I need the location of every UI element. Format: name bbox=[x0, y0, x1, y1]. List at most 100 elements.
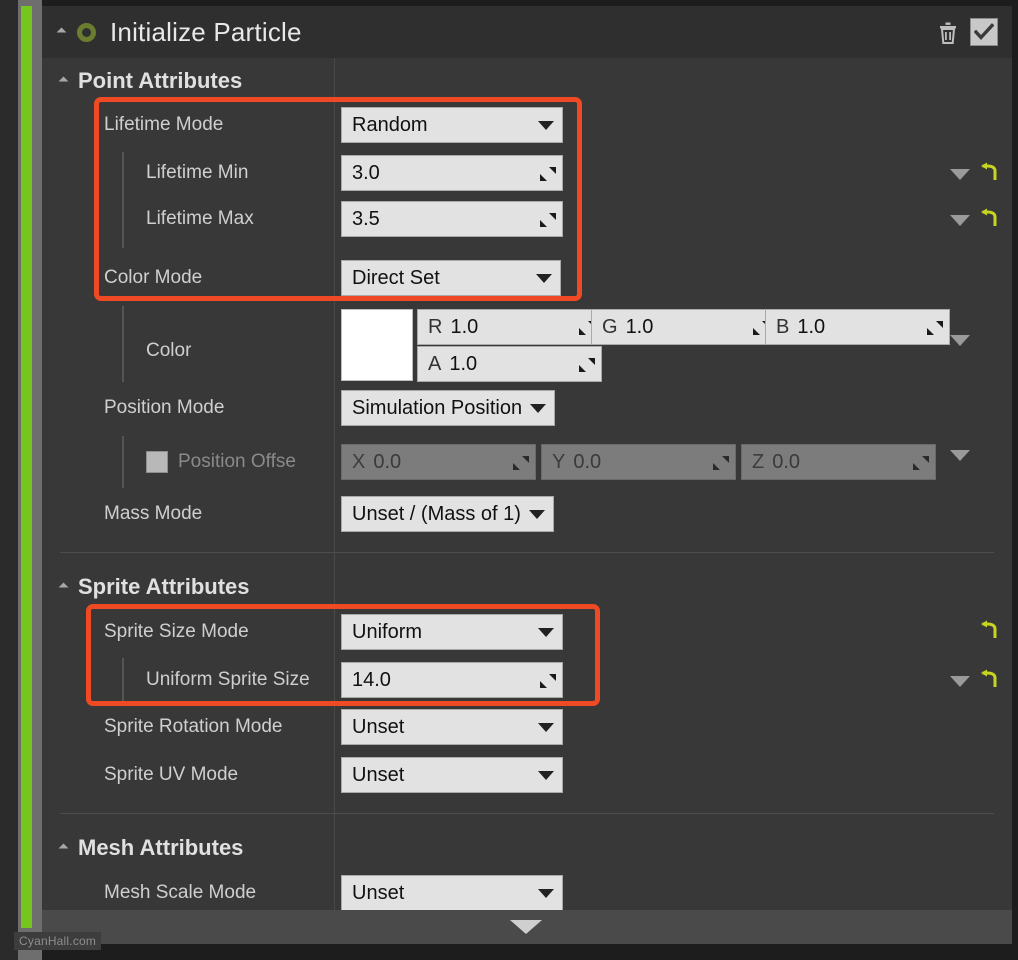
drag-handle-icon[interactable] bbox=[579, 356, 595, 372]
position-offset-x-axis: X bbox=[352, 450, 366, 473]
section-header-point-attributes[interactable]: Point Attributes bbox=[58, 68, 243, 94]
mesh-scale-mode-dropdown[interactable]: Unset bbox=[341, 875, 563, 911]
lifetime-max-input[interactable]: 3.5 bbox=[341, 201, 563, 237]
uniform-sprite-size-input[interactable]: 14.0 bbox=[341, 662, 563, 698]
color-swatch[interactable] bbox=[341, 309, 413, 381]
lifetime-max-value: 3.5 bbox=[352, 207, 380, 230]
reset-arrow-icon[interactable] bbox=[978, 208, 1000, 235]
color-r-value: 1.0 bbox=[450, 315, 479, 338]
drag-handle-icon[interactable] bbox=[540, 672, 556, 688]
color-g-input[interactable]: G 1.0 bbox=[591, 309, 776, 345]
sprite-size-mode-label: Sprite Size Mode bbox=[104, 621, 249, 642]
drag-handle-icon[interactable] bbox=[713, 454, 729, 470]
row-lifetime-max: Lifetime Max bbox=[146, 201, 254, 237]
sprite-uv-mode-label: Sprite UV Mode bbox=[104, 764, 239, 785]
position-mode-value: Simulation Position bbox=[352, 396, 523, 419]
color-a-input[interactable]: A 1.0 bbox=[417, 346, 602, 382]
lifetime-max-label: Lifetime Max bbox=[146, 208, 254, 229]
row-position-offset: Position Offse bbox=[146, 444, 326, 480]
lifetime-min-input[interactable]: 3.0 bbox=[341, 155, 563, 191]
checkmark-icon bbox=[974, 23, 994, 41]
chevron-down-icon bbox=[538, 722, 554, 732]
position-offset-label: Position Offse bbox=[178, 451, 296, 472]
sprite-size-mode-dropdown[interactable]: Uniform bbox=[341, 614, 563, 650]
section-separator bbox=[60, 552, 994, 553]
initialize-particle-module-panel: Initialize Particle Point Attributes Lif… bbox=[42, 6, 1012, 936]
indent-guide bbox=[122, 152, 124, 248]
uniform-sprite-size-label: Uniform Sprite Size bbox=[146, 669, 310, 690]
chevron-down-icon[interactable] bbox=[950, 450, 970, 461]
sprite-uv-mode-dropdown[interactable]: Unset bbox=[341, 757, 563, 793]
chevron-down-icon[interactable] bbox=[950, 215, 970, 226]
lifetime-mode-dropdown[interactable]: Random bbox=[341, 107, 563, 143]
watermark: CyanHall.com bbox=[14, 932, 102, 950]
sprite-size-mode-value: Uniform bbox=[352, 620, 423, 643]
mesh-scale-mode-label: Mesh Scale Mode bbox=[104, 882, 257, 903]
section-header-mesh-attributes[interactable]: Mesh Attributes bbox=[58, 835, 244, 861]
reset-arrow-icon[interactable] bbox=[978, 162, 1000, 189]
color-r-input[interactable]: R 1.0 bbox=[417, 309, 602, 345]
position-offset-x-value: 0.0 bbox=[373, 450, 402, 473]
drag-handle-icon[interactable] bbox=[927, 319, 943, 335]
drag-handle-icon[interactable] bbox=[913, 454, 929, 470]
section-label: Sprite Attributes bbox=[78, 574, 250, 599]
lifetime-min-label: Lifetime Min bbox=[146, 162, 249, 183]
expander-arrow-icon[interactable] bbox=[508, 918, 544, 941]
section-separator bbox=[60, 813, 994, 814]
triangle-collapse-icon[interactable] bbox=[58, 582, 69, 592]
position-offset-checkbox[interactable] bbox=[146, 451, 168, 473]
mass-mode-dropdown[interactable]: Unset / (Mass of 1) bbox=[341, 496, 554, 532]
indent-guide bbox=[122, 658, 124, 706]
row-sprite-uv-mode: Sprite UV Mode bbox=[104, 757, 238, 793]
uniform-sprite-size-value: 14.0 bbox=[352, 668, 391, 691]
row-color: Color bbox=[146, 333, 191, 369]
position-offset-x-input[interactable]: X 0.0 bbox=[341, 444, 536, 480]
window-edge-rail bbox=[0, 0, 18, 960]
sprite-rotation-mode-label: Sprite Rotation Mode bbox=[104, 716, 283, 737]
position-mode-dropdown[interactable]: Simulation Position bbox=[341, 390, 556, 426]
color-b-input[interactable]: B 1.0 bbox=[765, 309, 950, 345]
position-offset-y-input[interactable]: Y 0.0 bbox=[541, 444, 736, 480]
reset-arrow-icon[interactable] bbox=[978, 669, 1000, 696]
drag-handle-icon[interactable] bbox=[540, 211, 556, 227]
color-r-axis: R bbox=[428, 315, 443, 338]
module-enabled-checkbox[interactable] bbox=[970, 18, 998, 46]
position-offset-z-input[interactable]: Z 0.0 bbox=[741, 444, 936, 480]
reset-arrow-icon[interactable] bbox=[978, 620, 1000, 647]
position-offset-y-axis: Y bbox=[552, 450, 566, 473]
triangle-collapse-icon[interactable] bbox=[58, 76, 69, 86]
sprite-rotation-mode-dropdown[interactable]: Unset bbox=[341, 709, 563, 745]
color-mode-dropdown[interactable]: Direct Set bbox=[341, 260, 561, 296]
triangle-collapse-icon[interactable] bbox=[58, 843, 69, 853]
drag-handle-icon[interactable] bbox=[513, 454, 529, 470]
chevron-down-icon bbox=[538, 120, 554, 130]
position-offset-z-value: 0.0 bbox=[772, 450, 801, 473]
module-header[interactable]: Initialize Particle bbox=[42, 6, 1012, 58]
color-label: Color bbox=[146, 340, 192, 361]
chevron-down-icon[interactable] bbox=[950, 676, 970, 687]
row-sprite-size-mode: Sprite Size Mode bbox=[104, 614, 249, 650]
trash-icon[interactable] bbox=[936, 19, 960, 45]
chevron-down-icon bbox=[530, 403, 547, 413]
color-b-value: 1.0 bbox=[797, 315, 826, 338]
triangle-collapse-icon[interactable] bbox=[56, 27, 67, 37]
color-mode-value: Direct Set bbox=[352, 266, 440, 289]
row-sprite-rotation-mode: Sprite Rotation Mode bbox=[104, 709, 283, 745]
chevron-down-icon bbox=[536, 273, 552, 283]
color-a-value: 1.0 bbox=[449, 352, 478, 375]
chevron-down-icon[interactable] bbox=[950, 169, 970, 180]
indent-guide bbox=[122, 306, 124, 382]
chevron-down-icon bbox=[538, 770, 554, 780]
section-label: Point Attributes bbox=[78, 68, 243, 93]
column-divider bbox=[334, 58, 335, 916]
row-lifetime-mode: Lifetime Mode bbox=[104, 107, 223, 143]
section-header-sprite-attributes[interactable]: Sprite Attributes bbox=[58, 574, 250, 600]
section-label: Mesh Attributes bbox=[78, 835, 244, 860]
chevron-down-icon[interactable] bbox=[950, 335, 970, 346]
row-mesh-scale-mode: Mesh Scale Mode bbox=[104, 875, 256, 911]
row-mass-mode: Mass Mode bbox=[104, 496, 202, 532]
color-mode-label: Color Mode bbox=[104, 267, 203, 288]
row-position-mode: Position Mode bbox=[104, 390, 224, 426]
module-title: Initialize Particle bbox=[110, 16, 302, 47]
drag-handle-icon[interactable] bbox=[540, 165, 556, 181]
